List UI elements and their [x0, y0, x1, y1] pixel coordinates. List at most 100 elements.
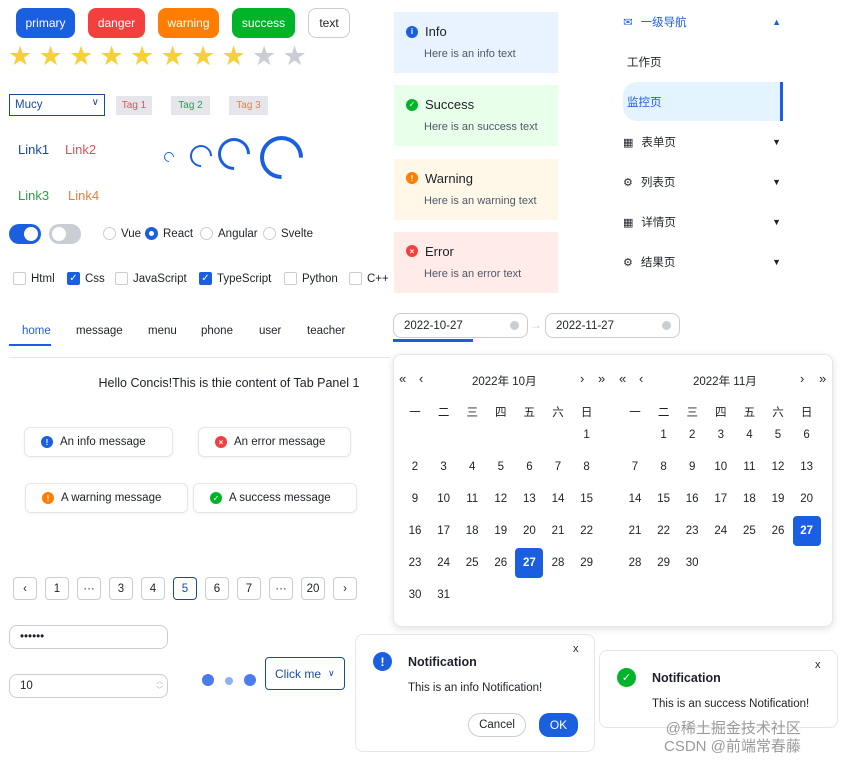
date-cell[interactable]: 15	[650, 484, 678, 514]
date-cell[interactable]: 5	[764, 420, 792, 450]
star-icon[interactable]: ★	[8, 43, 32, 70]
date-cell[interactable]: 4	[735, 420, 763, 450]
date-cell[interactable]: 9	[401, 484, 429, 514]
date-cell[interactable]: 22	[650, 516, 678, 546]
next-month-icon[interactable]: ›	[580, 371, 584, 386]
date-cell[interactable]: 12	[764, 452, 792, 482]
danger-button[interactable]: danger	[88, 8, 145, 38]
radio-react[interactable]: React	[145, 227, 193, 240]
star-icon[interactable]: ★	[191, 43, 215, 70]
menu-header[interactable]: ✉ 一级导航 ▲	[623, 14, 783, 30]
star-icon[interactable]: ★	[100, 43, 124, 70]
date-cell[interactable]: 3	[430, 452, 458, 482]
menu-item-monitor[interactable]: 监控页	[623, 82, 783, 121]
date-cell[interactable]: 8	[573, 452, 601, 482]
date-cell[interactable]: 13	[515, 484, 543, 514]
prev-month-icon[interactable]: ‹	[419, 371, 423, 386]
menu-group-1[interactable]: ⚙ 列表页 ▼	[623, 174, 783, 190]
page-1[interactable]: 1	[45, 577, 69, 600]
date-cell[interactable]: 19	[487, 516, 515, 546]
warning-button[interactable]: warning	[158, 8, 219, 38]
date-cell[interactable]: 17	[707, 484, 735, 514]
checkbox-html[interactable]: Html	[13, 272, 55, 285]
tab-home[interactable]: home	[22, 325, 51, 337]
dropdown-button[interactable]: Click me ∨	[265, 657, 345, 690]
checkbox-javascript[interactable]: JavaScript	[115, 272, 187, 285]
date-cell[interactable]: 30	[678, 548, 706, 578]
page-ellipsis[interactable]: ···	[269, 577, 293, 600]
radio-svelte[interactable]: Svelte	[263, 227, 313, 240]
number-input[interactable]: 10 ︿ ﹀	[9, 674, 168, 698]
page-3[interactable]: 3	[109, 577, 133, 600]
checkbox-python[interactable]: Python	[284, 272, 338, 285]
date-cell[interactable]: 5	[487, 452, 515, 482]
star-icon[interactable]: ★	[130, 43, 154, 70]
star-icon[interactable]: ★	[69, 43, 93, 70]
date-cell[interactable]: 18	[735, 484, 763, 514]
date-cell[interactable]: 22	[573, 516, 601, 546]
date-cell[interactable]: 24	[707, 516, 735, 546]
date-cell[interactable]: 18	[458, 516, 486, 546]
radio-vue[interactable]: Vue	[103, 227, 141, 240]
date-cell[interactable]: 1	[650, 420, 678, 450]
date-cell[interactable]: 21	[544, 516, 572, 546]
page-4[interactable]: 4	[141, 577, 165, 600]
link-3[interactable]: Link3	[18, 188, 49, 203]
password-input[interactable]: ••••••	[9, 625, 168, 649]
next-month-icon[interactable]: ›	[800, 371, 804, 386]
date-cell[interactable]: 20	[515, 516, 543, 546]
date-cell[interactable]: 29	[650, 548, 678, 578]
date-cell[interactable]: 9	[678, 452, 706, 482]
page-6[interactable]: 6	[205, 577, 229, 600]
tab-user[interactable]: user	[259, 325, 281, 337]
switch-on[interactable]	[9, 224, 41, 244]
date-cell[interactable]: 25	[458, 548, 486, 578]
prev-page-button[interactable]: ‹	[13, 577, 37, 600]
link-1[interactable]: Link1	[18, 142, 49, 157]
menu-group-0[interactable]: ▦ 表单页 ▼	[623, 134, 783, 150]
date-cell[interactable]: 29	[573, 548, 601, 578]
page-7[interactable]: 7	[237, 577, 261, 600]
date-cell[interactable]: 13	[793, 452, 821, 482]
date-cell[interactable]: 27	[792, 516, 821, 546]
menu-group-2[interactable]: ▦ 详情页 ▼	[623, 214, 783, 230]
date-cell[interactable]: 12	[487, 484, 515, 514]
date-cell[interactable]: 25	[735, 516, 763, 546]
end-date-input[interactable]: 2022-11-27	[545, 313, 680, 338]
next-year-icon[interactable]: »	[819, 371, 826, 386]
date-cell[interactable]: 11	[735, 452, 763, 482]
date-cell[interactable]: 28	[621, 548, 649, 578]
date-cell[interactable]: 17	[430, 516, 458, 546]
date-cell[interactable]: 19	[764, 484, 792, 514]
tab-teacher[interactable]: teacher	[307, 325, 345, 337]
radio-angular[interactable]: Angular	[200, 227, 258, 240]
prev-year-icon[interactable]: «	[619, 371, 626, 386]
star-icon[interactable]: ★	[283, 43, 307, 70]
clear-icon[interactable]	[510, 321, 519, 330]
link-4[interactable]: Link4	[68, 188, 99, 203]
date-cell[interactable]: 21	[621, 516, 649, 546]
date-cell[interactable]: 26	[487, 548, 515, 578]
text-button[interactable]: text	[308, 8, 350, 38]
date-cell[interactable]: 7	[621, 452, 649, 482]
date-cell[interactable]: 16	[401, 516, 429, 546]
page-20[interactable]: 20	[301, 577, 325, 600]
menu-group-3[interactable]: ⚙ 结果页 ▼	[623, 254, 783, 270]
checkbox-cpp[interactable]: C++	[349, 272, 389, 285]
date-cell[interactable]: 4	[458, 452, 486, 482]
date-cell[interactable]: 27	[515, 548, 544, 578]
tab-message[interactable]: message	[76, 325, 123, 337]
date-cell[interactable]: 8	[650, 452, 678, 482]
tab-menu[interactable]: menu	[148, 325, 177, 337]
date-cell[interactable]: 26	[764, 516, 792, 546]
star-icon[interactable]: ★	[252, 43, 276, 70]
select-input[interactable]: Mucy ∨	[9, 94, 105, 116]
stepper-icon[interactable]: ︿ ﹀	[156, 677, 163, 695]
date-cell[interactable]: 7	[544, 452, 572, 482]
cancel-button[interactable]: Cancel	[468, 713, 526, 737]
date-cell[interactable]: 14	[544, 484, 572, 514]
date-cell[interactable]: 10	[430, 484, 458, 514]
page-5[interactable]: 5	[173, 577, 197, 600]
ok-button[interactable]: OK	[539, 713, 578, 737]
date-cell[interactable]: 28	[544, 548, 572, 578]
